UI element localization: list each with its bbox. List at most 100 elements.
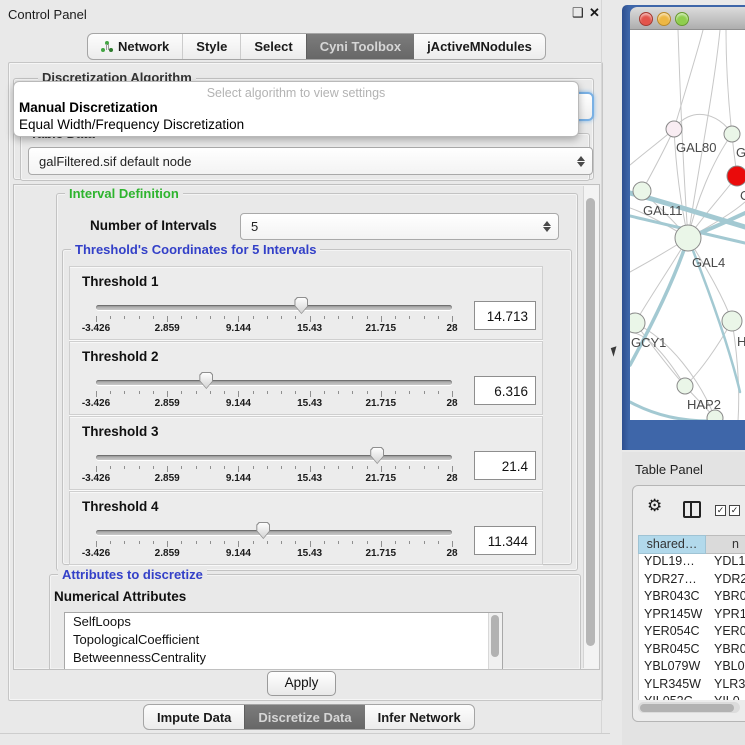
slider-tick bbox=[310, 466, 311, 472]
menu-item-equal-width-frequency[interactable]: Equal Width/Frequency Discretization bbox=[19, 117, 573, 132]
slider-tick bbox=[238, 391, 239, 397]
table-row[interactable]: YLR345WYLR3 bbox=[639, 677, 745, 695]
slider-tick bbox=[110, 316, 111, 319]
slider-tick bbox=[139, 541, 140, 544]
slider-track[interactable] bbox=[96, 380, 452, 385]
network-node-h[interactable] bbox=[722, 311, 742, 331]
slider-tick bbox=[224, 391, 225, 394]
network-canvas[interactable]: GAL80GACGAL11GAL4GCY1HHAP2 bbox=[630, 30, 745, 420]
attribute-list-item[interactable]: BetweennessCentrality bbox=[65, 649, 502, 667]
table-row[interactable]: YPR145WYPR1 bbox=[639, 607, 745, 625]
number-of-intervals-value: 5 bbox=[251, 219, 258, 234]
slider-tick bbox=[167, 541, 168, 547]
menu-item-manual-discretization[interactable]: Manual Discretization bbox=[19, 100, 573, 115]
table-data-combobox[interactable]: galFiltered.sif default node bbox=[28, 147, 593, 175]
float-window-icon[interactable]: ❑ bbox=[572, 5, 584, 21]
network-window-titlebar[interactable] bbox=[630, 7, 745, 30]
attribute-list-item[interactable]: SelfLoops bbox=[65, 613, 502, 631]
tab-discretize-data[interactable]: Discretize Data bbox=[244, 705, 364, 729]
table-hscrollbar[interactable] bbox=[638, 702, 740, 713]
number-of-intervals-combobox[interactable]: 5 bbox=[240, 213, 559, 240]
slider-tick bbox=[438, 541, 439, 544]
tab-select[interactable]: Select bbox=[240, 34, 305, 59]
network-node-gal80[interactable] bbox=[666, 121, 682, 137]
attribute-list-item[interactable]: TopologicalCoefficient bbox=[65, 631, 502, 649]
slider-thumb[interactable] bbox=[370, 447, 384, 464]
slider-tick-label: 2.859 bbox=[143, 548, 191, 559]
tab-impute-data[interactable]: Impute Data bbox=[144, 705, 244, 729]
slider-track[interactable] bbox=[96, 305, 452, 310]
close-window-icon[interactable] bbox=[639, 12, 653, 26]
slider-tick-label: 21.715 bbox=[357, 473, 405, 484]
network-node-hap2[interactable] bbox=[677, 378, 693, 394]
algorithm-settings-panel: Interval Definition Number of Intervals … bbox=[13, 184, 600, 670]
network-node-label: GAL11 bbox=[643, 203, 683, 218]
threshold-value-field[interactable]: 11.344 bbox=[474, 526, 536, 555]
interval-definition-group: Interval Definition Number of Intervals … bbox=[56, 193, 578, 571]
slider-tick-label: -3.426 bbox=[72, 548, 120, 559]
checkbox-icon[interactable]: ✓ bbox=[729, 505, 740, 516]
slider-tick bbox=[167, 391, 168, 397]
threshold-value-field[interactable]: 6.316 bbox=[474, 376, 536, 405]
algorithm-dropdown-popup: Select algorithm to view settings Manual… bbox=[13, 81, 579, 137]
slider-tick bbox=[196, 316, 197, 319]
zoom-window-icon[interactable] bbox=[675, 12, 689, 26]
slider-thumb[interactable] bbox=[256, 522, 270, 539]
slider-tick bbox=[110, 466, 111, 469]
thresholds-group: Threshold's Coordinates for 5 Intervals … bbox=[62, 249, 572, 565]
slider-tick bbox=[153, 316, 154, 319]
threshold-value-field[interactable]: 14.713 bbox=[474, 301, 536, 330]
network-node-gal4[interactable] bbox=[675, 225, 701, 251]
slider-tick bbox=[253, 391, 254, 394]
network-node-c[interactable] bbox=[727, 166, 745, 186]
slider-tick bbox=[367, 316, 368, 319]
table-row[interactable]: YDR27…YDR2 bbox=[639, 572, 745, 590]
slider-tick bbox=[352, 466, 353, 469]
slider-thumb[interactable] bbox=[294, 297, 308, 314]
network-graph: GAL80GACGAL11GAL4GCY1HHAP2 bbox=[630, 30, 745, 420]
settings-scrollbar[interactable] bbox=[583, 186, 598, 668]
network-edge bbox=[642, 129, 674, 191]
network-edge bbox=[635, 323, 685, 386]
slider-tick-label: -3.426 bbox=[72, 398, 120, 409]
table-row[interactable]: YBR045CYBR0 bbox=[639, 642, 745, 660]
mouse-cursor bbox=[611, 346, 619, 356]
column-header-name[interactable]: n bbox=[706, 535, 745, 554]
panel-bottom-divider bbox=[0, 733, 610, 734]
slider-track[interactable] bbox=[96, 455, 452, 460]
network-node-gal11[interactable] bbox=[633, 182, 651, 200]
gear-icon[interactable]: ⚙ bbox=[647, 496, 662, 516]
slider-thumb[interactable] bbox=[199, 372, 213, 389]
tab-network[interactable]: Network bbox=[88, 34, 182, 59]
tab-infer-network[interactable]: Infer Network bbox=[365, 705, 474, 729]
numerical-attributes-list[interactable]: SelfLoopsTopologicalCoefficientBetweenne… bbox=[64, 612, 503, 670]
network-node-gcy1[interactable] bbox=[630, 313, 645, 333]
network-node-ga[interactable] bbox=[724, 126, 740, 142]
columns-icon[interactable] bbox=[683, 501, 701, 518]
table-row[interactable]: YDL19…YDL1 bbox=[639, 554, 745, 572]
checkbox-icon[interactable]: ✓ bbox=[715, 505, 726, 516]
table-row[interactable]: YER054CYER0 bbox=[639, 624, 745, 642]
tab-style[interactable]: Style bbox=[182, 34, 240, 59]
threshold-value-field[interactable]: 21.4 bbox=[474, 451, 536, 480]
close-panel-icon[interactable]: ✕ bbox=[589, 5, 600, 21]
table-row[interactable]: YBR043CYBR0 bbox=[639, 589, 745, 607]
slider-tick bbox=[96, 466, 97, 472]
network-edge bbox=[630, 129, 674, 165]
table-row[interactable]: YIL052CYIL0 bbox=[639, 694, 745, 700]
tab-jactivemnodules[interactable]: jActiveMNodules bbox=[414, 34, 545, 59]
slider-track[interactable] bbox=[96, 530, 452, 535]
slider-tick bbox=[338, 541, 339, 544]
column-header-shared-name[interactable]: shared… bbox=[638, 535, 706, 554]
attributes-list-scrollbar[interactable] bbox=[488, 613, 502, 670]
table-row[interactable]: YBL079WYBL0 bbox=[639, 659, 745, 677]
minimize-window-icon[interactable] bbox=[657, 12, 671, 26]
slider-tick bbox=[139, 391, 140, 394]
slider-tick bbox=[224, 316, 225, 319]
slider-tick-label: 28 bbox=[428, 548, 476, 559]
threshold-label: Threshold 4 bbox=[82, 499, 159, 514]
slider-tick bbox=[110, 391, 111, 394]
apply-button[interactable]: Apply bbox=[267, 671, 336, 696]
tab-cyni-toolbox[interactable]: Cyni Toolbox bbox=[306, 34, 414, 59]
slider-tick bbox=[424, 316, 425, 319]
